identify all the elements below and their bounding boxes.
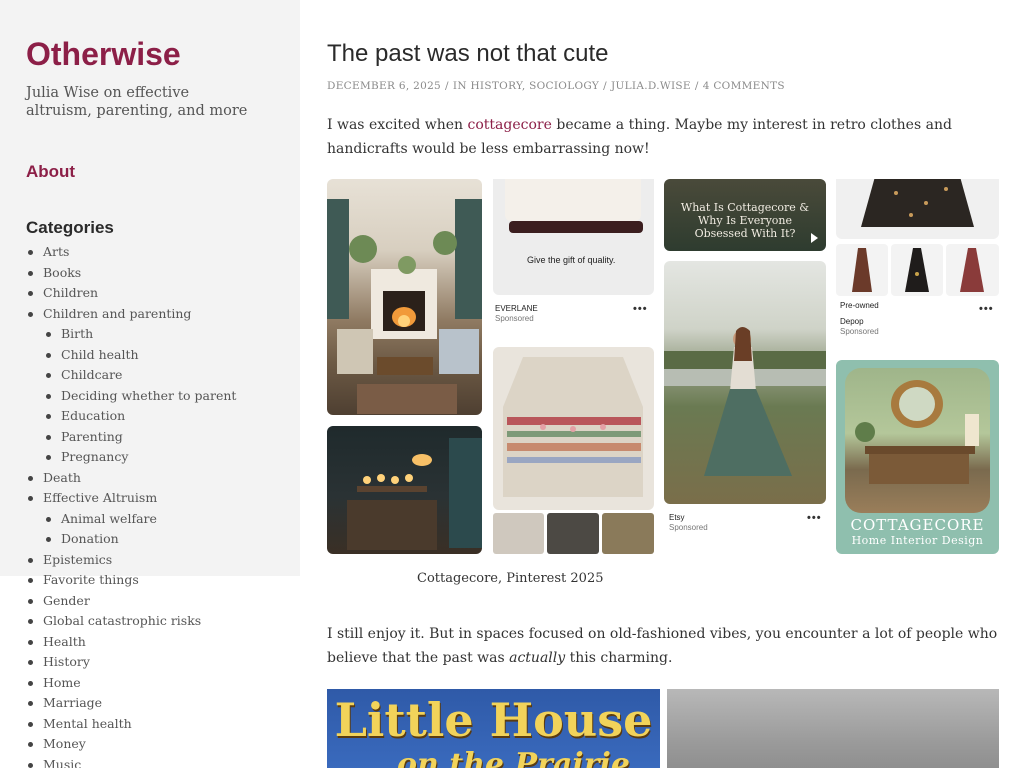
post-meta: December 6, 2025/In History, Sociology / j…	[327, 80, 785, 92]
dress-thumbnail-3	[946, 244, 999, 296]
book-cover-title: Little House	[334, 693, 653, 747]
category-effective-altruism[interactable]: Effective Altruism	[26, 488, 286, 509]
paragraph-intro: I was excited when cottagecore became a …	[327, 114, 999, 161]
image-caption: Cottagecore, Pinterest 2025	[417, 571, 604, 586]
etsy-brand-label: Etsy Sponsored	[669, 513, 708, 533]
little-house-book-cover: Little House on the Prairie	[327, 689, 660, 768]
floral-skirt-ad[interactable]	[836, 179, 999, 239]
category-history[interactable]: History	[26, 652, 286, 673]
kitchen-illustration	[347, 438, 482, 550]
etsy-more-options-icon[interactable]: •••	[807, 512, 822, 524]
category-favorite-things[interactable]: Favorite things	[26, 570, 286, 591]
sweater-thumbnail-2	[547, 513, 599, 554]
about-link[interactable]: About	[26, 162, 75, 182]
candlelit-kitchen-photo	[327, 426, 482, 554]
category-mental-health[interactable]: Mental health	[26, 714, 286, 735]
historical-photo	[667, 689, 999, 768]
category-epistemics[interactable]: Epistemics	[26, 550, 286, 571]
sweater-pattern-illustration	[503, 357, 643, 497]
everlane-brand-label: EVERLANE Sponsored	[495, 304, 538, 324]
dress-thumbnail-2	[891, 244, 943, 296]
woman-in-field-photo	[664, 261, 826, 504]
post-category-history[interactable]: History	[470, 80, 521, 92]
video-title-line-3: Obsessed With It?	[694, 227, 796, 240]
etsy-sponsored: Sponsored	[669, 523, 708, 532]
category-parenting[interactable]: Parenting	[26, 427, 286, 448]
category-birth[interactable]: Birth	[26, 324, 286, 345]
fair-isle-sweater-photo	[493, 347, 654, 510]
category-child-health[interactable]: Child health	[26, 345, 286, 366]
video-title-line-1: What Is Cottagecore &	[680, 201, 810, 214]
brown-dress-image	[852, 248, 872, 292]
post-comments-link[interactable]: 4 Comments	[703, 80, 785, 92]
category-children[interactable]: Children	[26, 283, 286, 304]
everlane-sweater-ad[interactable]: Give the gift of quality.	[493, 179, 654, 295]
category-donation[interactable]: Donation	[26, 529, 286, 550]
category-death[interactable]: Death	[26, 468, 286, 489]
floral-skirt-image	[861, 179, 974, 227]
post-category-sociology[interactable]: Sociology	[529, 80, 599, 92]
site-title[interactable]: Otherwise	[26, 36, 181, 73]
interior-illustration	[855, 380, 979, 484]
category-music[interactable]: Music	[26, 755, 286, 768]
category-arts[interactable]: Arts	[26, 242, 286, 263]
category-health[interactable]: Health	[26, 632, 286, 653]
post-date[interactable]: December 6, 2025	[327, 80, 441, 92]
ad-tagline: Give the gift of quality.	[527, 255, 616, 265]
dress-thumbnail-1	[836, 244, 888, 296]
category-childcare[interactable]: Childcare	[26, 365, 286, 386]
everlane-brand: EVERLANE	[495, 304, 538, 313]
depop-more-options-icon[interactable]: •••	[979, 303, 994, 315]
category-home[interactable]: Home	[26, 673, 286, 694]
post-title[interactable]: The past was not that cute	[327, 40, 609, 68]
paragraph-second-end: this charming.	[565, 649, 673, 666]
cottagecore-interior-pin[interactable]: COTTAGECORE Home Interior Design	[836, 360, 999, 554]
post-in-label: In	[452, 80, 467, 92]
category-pregnancy[interactable]: Pregnancy	[26, 447, 286, 468]
video-title-line-2: Why Is Everyone	[697, 214, 793, 227]
red-dress-image	[960, 248, 984, 292]
category-deciding-whether-to-parent[interactable]: Deciding whether to parent	[26, 386, 286, 407]
paragraph-intro-start: I was excited when	[327, 117, 468, 133]
depop-brand: Depop	[840, 317, 864, 326]
depop-tag: Pre-owned	[840, 301, 879, 310]
etsy-brand: Etsy	[669, 513, 685, 522]
categories-heading: Categories	[26, 218, 114, 237]
site-description: Julia Wise on effective altruism, parent…	[26, 85, 248, 119]
categories-list: Arts Books Children Children and parenti…	[26, 242, 286, 768]
pinterest-collage-image: Give the gift of quality. EVERLANE Spons…	[327, 179, 999, 554]
category-books[interactable]: Books	[26, 263, 286, 284]
sweater-thumbnail-1	[493, 513, 544, 554]
book-cover-subtitle: on the Prairie	[397, 747, 630, 768]
cottagecore-link[interactable]: cottagecore	[468, 117, 552, 133]
category-animal-welfare[interactable]: Animal welfare	[26, 509, 286, 530]
woman-in-field-illustration	[664, 327, 826, 476]
cottagecore-banner-title: COTTAGECORE	[850, 516, 985, 534]
cozy-living-room-photo	[327, 179, 482, 415]
sweater-thumbnail-3	[602, 513, 654, 554]
post-author[interactable]: julia.d.wise	[611, 80, 691, 92]
cottagecore-video-pin[interactable]: What Is Cottagecore & Why Is Everyone Ob…	[664, 179, 826, 251]
black-dress-image	[905, 248, 929, 292]
cottagecore-banner-subtitle: Home Interior Design	[851, 534, 984, 547]
emphasis-actually: actually	[509, 649, 566, 666]
category-education[interactable]: Education	[26, 406, 286, 427]
category-marriage[interactable]: Marriage	[26, 693, 286, 714]
paragraph-second: I still enjoy it. But in spaces focused …	[327, 623, 999, 670]
depop-sponsored: Sponsored	[840, 327, 879, 336]
depop-brand-label: Pre-owned Depop Sponsored	[840, 301, 879, 337]
everlane-sponsored: Sponsored	[495, 314, 534, 323]
interior-photo	[845, 368, 990, 513]
folded-sweaters-image	[505, 179, 643, 233]
category-global-catastrophic-risks[interactable]: Global catastrophic risks	[26, 611, 286, 632]
living-room-illustration	[327, 199, 482, 414]
category-children-and-parenting[interactable]: Children and parenting	[26, 304, 286, 325]
everlane-more-options-icon[interactable]: •••	[633, 303, 648, 315]
play-icon[interactable]	[811, 233, 818, 243]
category-gender[interactable]: Gender	[26, 591, 286, 612]
category-money[interactable]: Money	[26, 734, 286, 755]
